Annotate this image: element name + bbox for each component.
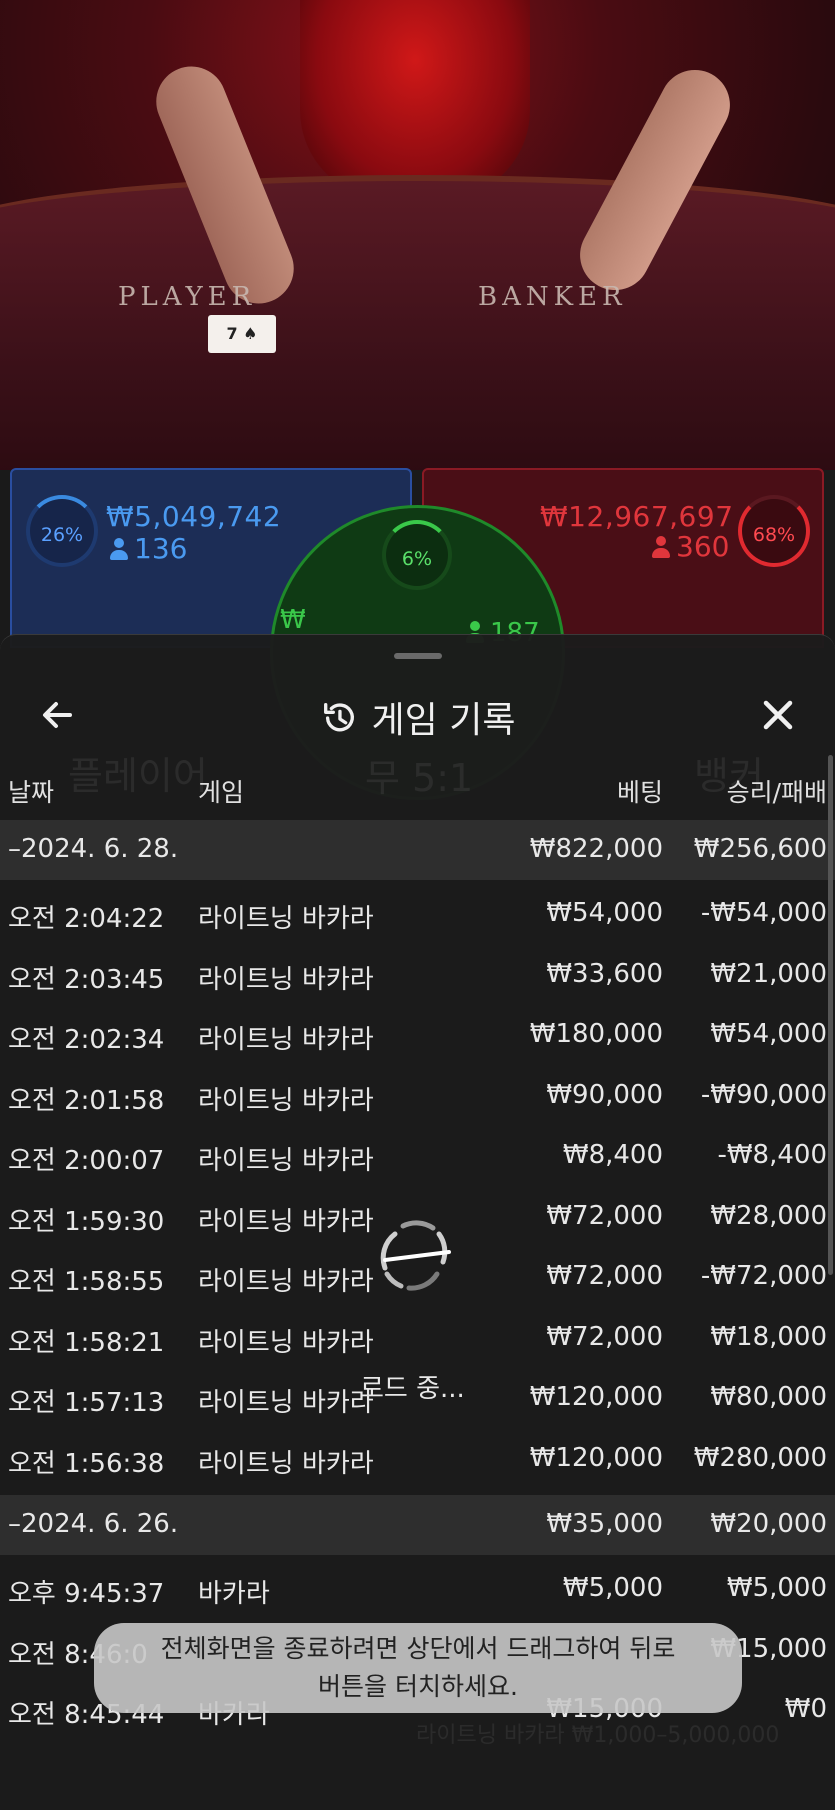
loading-text: 로드 중... <box>360 1374 465 1404</box>
row-bet: ₩180,000 <box>529 1019 663 1049</box>
close-button[interactable] <box>756 693 800 737</box>
row-bet: ₩72,000 <box>546 1261 663 1291</box>
row-result: ₩54,000 <box>710 1019 827 1049</box>
history-row[interactable]: 오전 2:04:22 라이트닝 바카라 ₩54,000 -₩54,000 <box>0 884 835 945</box>
row-result: ₩18,000 <box>710 1321 827 1352</box>
live-video: PLAYER BANKER 7 ♠ <box>0 0 835 470</box>
column-game: 게임 <box>198 778 245 807</box>
row-result: ₩5,000 <box>726 1573 827 1603</box>
player-count-value: 136 <box>134 532 188 565</box>
row-result: -₩90,000 <box>700 1079 827 1110</box>
playing-card: 7 ♠ <box>208 315 276 353</box>
row-game: 라이트닝 바카라 <box>198 1448 374 1479</box>
row-bet: ₩33,600 <box>546 958 663 989</box>
row-result: ₩280,000 <box>693 1442 827 1473</box>
close-icon <box>763 700 793 730</box>
banker-count-value: 360 <box>676 530 730 563</box>
row-bet: ₩120,000 <box>529 1382 663 1412</box>
row-bet: ₩120,000 <box>529 1442 663 1473</box>
row-game: 라이트닝 바카라 <box>198 1206 374 1237</box>
loading-spinner-icon <box>380 1220 451 1291</box>
history-row[interactable]: 오전 2:03:45 라이트닝 바카라 ₩33,600 ₩21,000 <box>0 945 835 1006</box>
column-bet: 베팅 <box>616 778 663 807</box>
history-row[interactable]: 오전 1:56:38 라이트닝 바카라 ₩120,000 ₩280,000 <box>0 1429 835 1490</box>
dealer <box>300 0 530 200</box>
group-date: –2024. 6. 28. <box>8 834 179 864</box>
person-icon <box>110 538 128 560</box>
row-time: 오전 2:00:07 <box>8 1146 165 1176</box>
row-game: 라이트닝 바카라 <box>198 1085 374 1116</box>
banker-bettor-count: 360 <box>652 530 729 563</box>
banker-bet-total: ₩12,967,697 <box>540 500 734 533</box>
row-result: ₩28,000 <box>710 1200 827 1231</box>
player-percent-ring: 26% <box>26 495 98 567</box>
history-row[interactable]: 오후 9:45:37 바카라 ₩5,000 ₩5,000 <box>0 1559 835 1620</box>
row-time: 오전 2:02:34 <box>8 1025 165 1055</box>
row-time: 오전 1:56:38 <box>8 1448 165 1479</box>
row-time: 오전 2:03:45 <box>8 964 165 995</box>
history-row[interactable]: 오전 2:00:07 라이트닝 바카라 ₩8,400 -₩8,400 <box>0 1126 835 1187</box>
fullscreen-exit-toast: 전체화면을 종료하려면 상단에서 드래그하여 뒤로 버튼을 터치하세요. <box>94 1623 742 1713</box>
date-group-row[interactable]: –2024. 6. 26. ₩35,000 ₩20,000 <box>0 1495 835 1555</box>
player-bet-total: ₩5,049,742 <box>106 500 282 533</box>
row-game: 라이트닝 바카라 <box>198 964 374 995</box>
baccarat-table <box>0 175 835 470</box>
row-result: -₩8,400 <box>717 1140 827 1170</box>
row-time: 오전 1:58:21 <box>8 1327 165 1358</box>
history-row[interactable]: 오전 1:58:21 라이트닝 바카라 ₩72,000 ₩18,000 <box>0 1308 835 1369</box>
sheet-title: 게임 기록 <box>0 691 835 743</box>
row-game: 바카라 <box>198 1579 270 1609</box>
sheet-title-text: 게임 기록 <box>371 700 516 741</box>
row-game: 라이트닝 바카라 <box>198 904 374 934</box>
sheet-header: 게임 기록 <box>0 675 835 755</box>
row-result: ₩0 <box>784 1694 827 1724</box>
toast-line-2: 버튼을 터치하세요. <box>318 1672 518 1701</box>
toast-line-1: 전체화면을 종료하려면 상단에서 드래그하여 뒤로 <box>160 1634 676 1663</box>
row-bet: ₩8,400 <box>562 1140 663 1170</box>
group-total-result: ₩20,000 <box>710 1509 827 1539</box>
row-time: 오후 9:45:37 <box>8 1579 165 1609</box>
column-headers: 날짜 게임 베팅 승리/패배 <box>0 763 835 813</box>
row-bet: ₩90,000 <box>546 1079 663 1110</box>
history-row[interactable]: 오전 2:02:34 라이트닝 바카라 ₩180,000 ₩54,000 <box>0 1005 835 1066</box>
group-date: –2024. 6. 26. <box>8 1509 179 1539</box>
group-total-bet: ₩35,000 <box>546 1509 663 1539</box>
scrollbar[interactable] <box>828 755 833 1275</box>
row-bet: ₩54,000 <box>546 898 663 928</box>
row-bet: ₩72,000 <box>546 1321 663 1352</box>
history-icon <box>323 703 354 732</box>
row-bet: ₩72,000 <box>546 1200 663 1231</box>
banker-percent-ring: 68% <box>738 495 810 567</box>
row-result: -₩72,000 <box>700 1261 827 1291</box>
row-time: 오전 1:58:55 <box>8 1267 165 1297</box>
row-time: 오전 2:04:22 <box>8 904 165 934</box>
column-result: 승리/패배 <box>726 778 827 807</box>
row-game: 라이트닝 바카라 <box>198 1388 374 1418</box>
row-game: 라이트닝 바카라 <box>198 1025 374 1055</box>
row-result: ₩21,000 <box>710 958 827 989</box>
tie-bet-total: ₩ <box>280 605 306 635</box>
group-total-result: ₩256,600 <box>693 834 827 864</box>
row-time: 오전 2:01:58 <box>8 1085 165 1116</box>
row-result: ₩80,000 <box>710 1382 827 1412</box>
felt-player-label: PLAYER <box>118 282 257 312</box>
column-date: 날짜 <box>8 778 55 807</box>
row-game: 라이트닝 바카라 <box>198 1327 374 1358</box>
felt-banker-label: BANKER <box>478 282 627 312</box>
row-result: -₩54,000 <box>700 898 827 928</box>
row-time: 오전 1:59:30 <box>8 1206 165 1237</box>
person-icon <box>652 536 670 558</box>
player-bettor-count: 136 <box>110 532 187 565</box>
tie-percent-ring: 6% <box>382 520 452 590</box>
row-time: 오전 1:57:13 <box>8 1388 165 1418</box>
history-row[interactable]: 오전 2:01:58 라이트닝 바카라 ₩90,000 -₩90,000 <box>0 1066 835 1127</box>
row-game: 라이트닝 바카라 <box>198 1267 374 1297</box>
group-total-bet: ₩822,000 <box>529 834 663 864</box>
date-group-row[interactable]: –2024. 6. 28. ₩822,000 ₩256,600 <box>0 820 835 880</box>
drag-handle[interactable] <box>394 653 442 659</box>
row-bet: ₩5,000 <box>562 1573 663 1603</box>
row-game: 라이트닝 바카라 <box>198 1146 374 1176</box>
